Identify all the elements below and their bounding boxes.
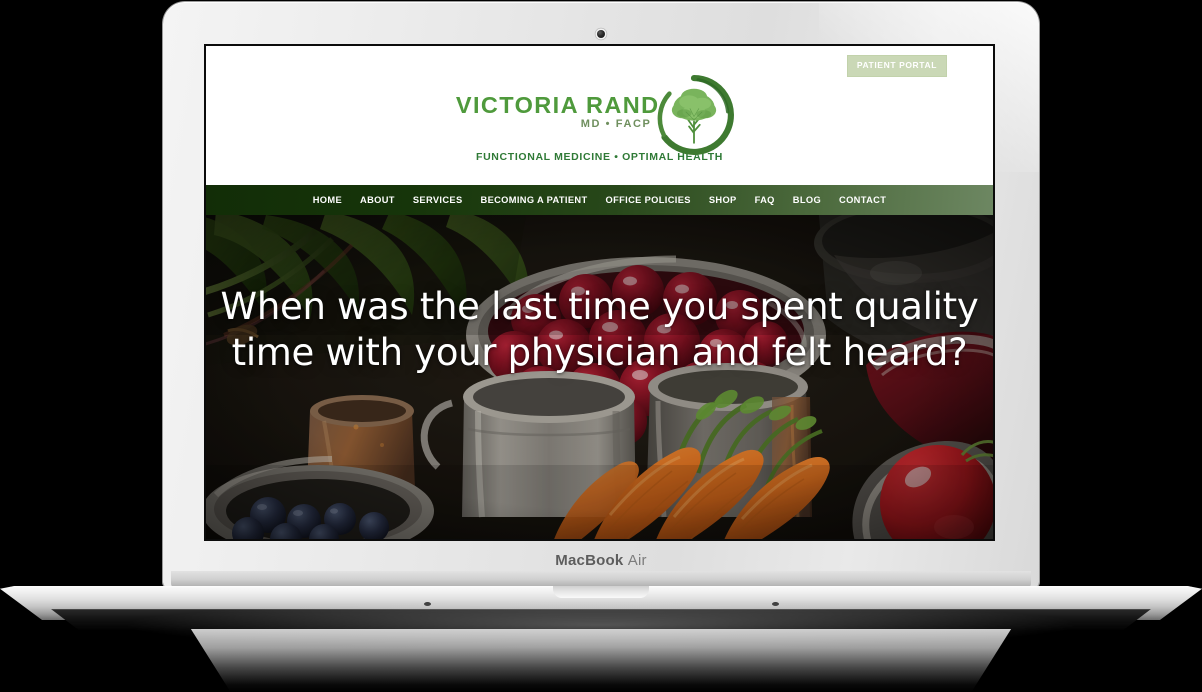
site-header: PATIENT PORTAL VICTORIA RAND MD • FACP F… — [206, 46, 993, 185]
nav-item-becoming-a-patient[interactable]: BECOMING A PATIENT — [472, 185, 597, 215]
nav-item-shop[interactable]: SHOP — [700, 185, 746, 215]
nav-item-services[interactable]: SERVICES — [404, 185, 472, 215]
nav-item-about[interactable]: ABOUT — [351, 185, 404, 215]
laptop-base-foot-right — [772, 602, 779, 606]
screenshot-stage: PATIENT PORTAL VICTORIA RAND MD • FACP F… — [0, 0, 1202, 692]
logo-credentials: MD • FACP — [580, 118, 652, 130]
device-model-label: MacBook Air — [0, 552, 1202, 569]
nav-item-contact[interactable]: CONTACT — [830, 185, 895, 215]
device-model-variant: Air — [627, 552, 647, 569]
hero-heading: When was the last time you spent quality… — [206, 284, 993, 376]
hero-background-image — [206, 215, 993, 539]
logo-main-row: VICTORIA RAND MD • FACP — [455, 72, 745, 155]
nav-item-home[interactable]: HOME — [304, 185, 351, 215]
screen-content: PATIENT PORTAL VICTORIA RAND MD • FACP F… — [206, 46, 993, 539]
site-navigation: HOME ABOUT SERVICES BECOMING A PATIENT O… — [206, 185, 993, 215]
camera-dot-icon — [597, 30, 605, 38]
device-model-brand: MacBook — [555, 552, 624, 569]
laptop-reflection — [190, 629, 1012, 692]
screen-bezel: PATIENT PORTAL VICTORIA RAND MD • FACP F… — [204, 44, 995, 541]
hero-heading-line-1: When was the last time you spent quality — [220, 285, 979, 328]
patient-portal-button[interactable]: PATIENT PORTAL — [846, 55, 947, 77]
hero-heading-line-2: time with your physician and felt heard? — [231, 330, 968, 374]
site-logo[interactable]: VICTORIA RAND MD • FACP FUNCTIONAL MEDIC… — [455, 72, 745, 163]
hero-section: When was the last time you spent quality… — [206, 215, 993, 539]
laptop-base-underside — [50, 609, 1152, 631]
nav-item-office-policies[interactable]: OFFICE POLICIES — [597, 185, 700, 215]
laptop-base-notch — [553, 586, 649, 598]
laptop-lid: PATIENT PORTAL VICTORIA RAND MD • FACP F… — [163, 2, 1039, 588]
tree-in-circle-logo-icon — [657, 75, 734, 155]
laptop-base-foot-left — [424, 602, 431, 606]
nav-item-blog[interactable]: BLOG — [784, 185, 830, 215]
nav-item-faq[interactable]: FAQ — [746, 185, 784, 215]
logo-name: VICTORIA RAND — [455, 92, 660, 118]
